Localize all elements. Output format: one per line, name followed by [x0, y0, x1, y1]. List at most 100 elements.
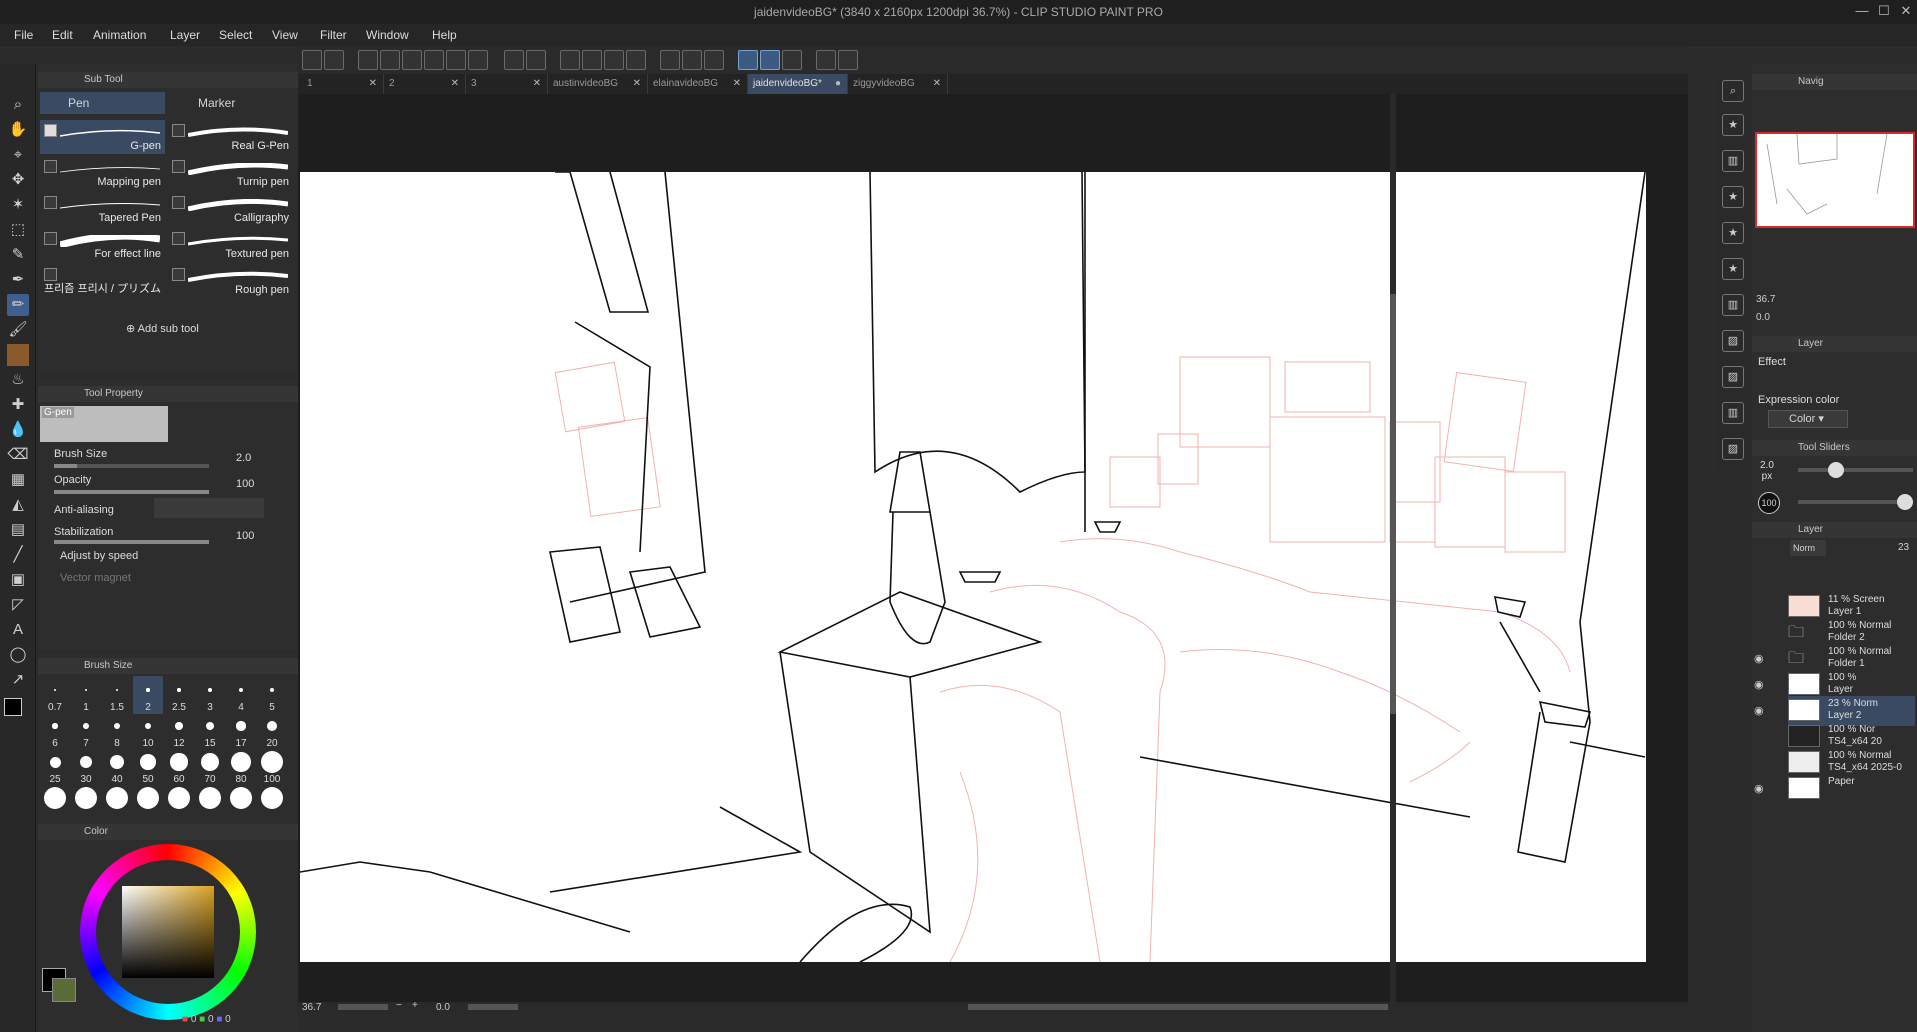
brush-size-preset[interactable]: 3	[195, 676, 225, 714]
menu-file[interactable]: File	[14, 28, 33, 42]
hand-icon[interactable]: ✋	[7, 119, 29, 141]
close-tab-icon[interactable]: ✕	[451, 74, 459, 94]
sub-tool-group-pen[interactable]: Pen	[40, 92, 165, 114]
brush-tapered-pen[interactable]: Tapered Pen	[40, 192, 165, 226]
navigator-zoom[interactable]: 36.7	[1756, 294, 1775, 305]
checkbox[interactable]	[44, 196, 57, 209]
check-icon[interactable]	[44, 124, 57, 137]
deselect-icon[interactable]	[660, 50, 680, 70]
menu-view[interactable]: View	[272, 28, 298, 42]
fill-bucket-icon[interactable]: ◭	[7, 494, 29, 516]
brush-size-preset[interactable]	[257, 784, 287, 822]
material-icon[interactable]: ▥	[1722, 150, 1744, 172]
snap-grid-icon[interactable]	[782, 50, 802, 70]
expression-color-select[interactable]: Color ▾	[1768, 410, 1848, 428]
redo-icon[interactable]	[526, 50, 546, 70]
pattern-icon[interactable]: ▦	[7, 469, 29, 491]
select-layer-icon[interactable]	[704, 50, 724, 70]
brush-size-preset[interactable]: 1.5	[102, 676, 132, 714]
opacity-value[interactable]: 100	[236, 478, 254, 490]
menu-icon[interactable]	[302, 50, 322, 70]
brush-size-preset[interactable]	[226, 784, 256, 822]
brush-size-preset[interactable]: 15	[195, 712, 225, 750]
checkbox[interactable]	[172, 268, 185, 281]
stabilization-value[interactable]: 100	[236, 530, 254, 542]
visibility-eye-icon[interactable]: ◉	[1754, 704, 1764, 717]
export-png-icon[interactable]	[446, 50, 466, 70]
zoom-icon[interactable]: ⌕	[7, 94, 29, 116]
main-color-swatch[interactable]	[4, 698, 22, 716]
layer-row[interactable]: ◉ Paper	[1754, 774, 1915, 804]
opacity-slider[interactable]	[54, 490, 209, 494]
blur-icon[interactable]: 💧	[7, 419, 29, 441]
eraser-icon[interactable]: ⌫	[7, 444, 29, 466]
search-icon[interactable]: ⌕	[1722, 80, 1744, 102]
brush-size-preset[interactable]: 4	[226, 676, 256, 714]
crop-icon[interactable]	[626, 50, 646, 70]
brush-size-preset[interactable]: 25	[40, 748, 70, 786]
brush-size-preset[interactable]: 5	[257, 676, 287, 714]
material-icon[interactable]: ▥	[1722, 294, 1744, 316]
close-tab-icon[interactable]: ✕	[533, 74, 541, 94]
selection-icon[interactable]: ⬚	[7, 219, 29, 241]
tab-ziggyvideobg[interactable]: ziggyvideoBG ✕	[848, 74, 948, 94]
frame-icon[interactable]: ▣	[7, 569, 29, 591]
zoom-out-icon[interactable]: −	[396, 1000, 402, 1011]
close-tab-icon[interactable]: ✕	[733, 74, 741, 94]
fill-icon[interactable]	[604, 50, 624, 70]
sub-color-swatch[interactable]	[52, 978, 76, 1002]
open-file-icon[interactable]	[380, 50, 400, 70]
drawing-canvas[interactable]	[300, 172, 1646, 962]
zoom-in-icon[interactable]: +	[412, 1000, 418, 1011]
move-icon[interactable]: ✥	[7, 169, 29, 191]
tab-elainavideobg[interactable]: elainavideoBG ✕	[648, 74, 748, 94]
visibility-eye-icon[interactable]: ◉	[1754, 652, 1764, 665]
rotation-slider[interactable]	[468, 1004, 518, 1010]
pencil-icon[interactable]: ✏	[7, 294, 29, 316]
sub-tool-group-marker[interactable]: Marker	[170, 92, 295, 114]
correct-line-icon[interactable]: ↗	[7, 669, 29, 691]
brush-size-preset[interactable]: 10	[133, 712, 163, 750]
export-jpg-icon[interactable]	[424, 50, 444, 70]
text-icon[interactable]: A	[7, 619, 29, 641]
brush-size-preset[interactable]	[40, 784, 70, 822]
brush-size-preset[interactable]	[133, 784, 163, 822]
favorites-icon[interactable]: ★	[1722, 186, 1744, 208]
favorites-icon[interactable]: ★	[1722, 258, 1744, 280]
transform-icon[interactable]	[560, 50, 580, 70]
brush-real-g-pen[interactable]: Real G-Pen	[168, 120, 293, 154]
zoom-readout[interactable]: 36.7	[302, 1002, 321, 1013]
tab-1[interactable]: 1 ✕	[302, 74, 384, 94]
tab-jaidenvideobg[interactable]: jaidenvideoBG* ●	[748, 74, 848, 94]
brush-textured-pen[interactable]: Textured pen	[168, 228, 293, 262]
zoom-slider[interactable]	[338, 1004, 388, 1010]
anti-aliasing-selector[interactable]	[154, 498, 264, 518]
favorites-icon[interactable]: ★	[1722, 114, 1744, 136]
brush-size-preset[interactable]: 50	[133, 748, 163, 786]
eyedropper-icon[interactable]: ✎	[7, 244, 29, 266]
snap-ruler-icon[interactable]	[738, 50, 758, 70]
navigator-preview[interactable]	[1755, 132, 1915, 228]
menu-layer[interactable]: Layer	[170, 28, 200, 42]
brush-size-preset[interactable]: 40	[102, 748, 132, 786]
menu-help[interactable]: Help	[432, 28, 457, 42]
image-material-icon[interactable]: ▨	[1722, 330, 1744, 352]
checkbox[interactable]	[44, 232, 57, 245]
maximize-button[interactable]: ☐	[1874, 3, 1894, 21]
brush-g-pen[interactable]: G-pen	[40, 120, 165, 154]
brush-rough-pen[interactable]: Rough pen	[168, 264, 293, 298]
export-psd-icon[interactable]	[468, 50, 488, 70]
share-icon[interactable]	[816, 50, 836, 70]
brush-size-preset[interactable]	[164, 784, 194, 822]
save-icon[interactable]	[402, 50, 422, 70]
tool-opacity-slider[interactable]	[1798, 494, 1913, 510]
tab-2[interactable]: 2 ✕	[384, 74, 466, 94]
favorites-icon[interactable]: ★	[1722, 222, 1744, 244]
close-button[interactable]: ✕	[1896, 3, 1916, 21]
brush-size-preset[interactable]: 2.5	[164, 676, 194, 714]
brush-size-preset[interactable]: 20	[257, 712, 287, 750]
brush-size-preset[interactable]: 7	[71, 712, 101, 750]
blend-icon[interactable]: ✚	[7, 394, 29, 416]
figure-icon[interactable]: ╱	[7, 544, 29, 566]
brush-calligraphy[interactable]: Calligraphy	[168, 192, 293, 226]
